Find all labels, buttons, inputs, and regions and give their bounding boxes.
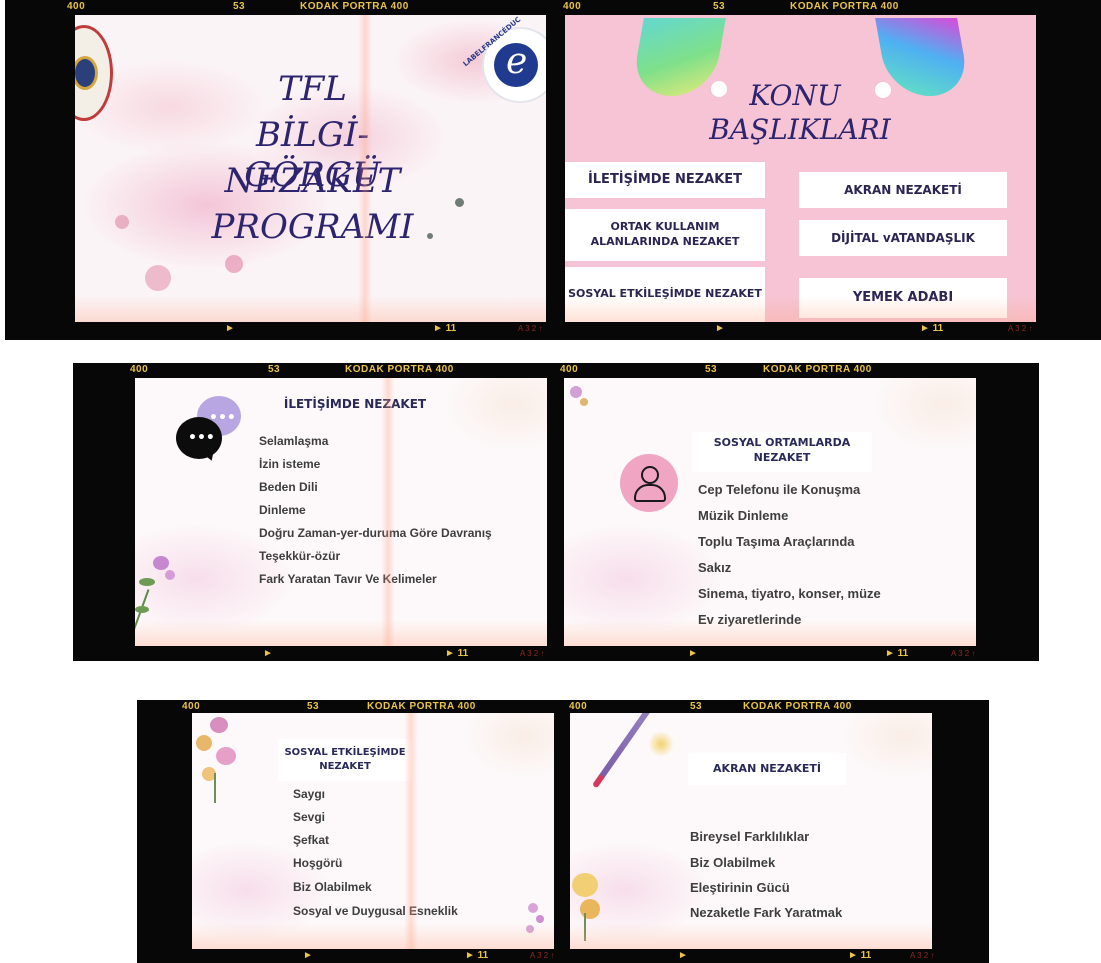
slide-heading: SOSYAL ETKİLEŞİMDE NEZAKET	[284, 747, 406, 772]
list-item: Hoşgörü	[293, 856, 343, 870]
slide-title: LABELFRANCÉDUC e TFL BİLGİ-GÖRGÜ NEZAKET…	[75, 15, 546, 322]
list-item: Biz Olabilmek	[293, 880, 372, 894]
film-code: A 3 2 ↑	[910, 951, 935, 960]
film-arrow: ►	[303, 950, 313, 961]
list-item: Sinema, tiyatro, konser, müze	[698, 586, 881, 601]
film-brand: KODAK PORTRA 400	[763, 364, 872, 375]
slide-akran: AKRAN NEZAKETİ Bireysel Farklılıklar Biz…	[570, 713, 932, 949]
list-item: Selamlaşma	[259, 434, 329, 448]
list-item: Eleştirinin Gücü	[690, 880, 790, 895]
topic-dijital: DİJİTAL vATANDAŞLIK	[799, 220, 1007, 256]
slide-heading: AKRAN NEZAKETİ	[713, 762, 821, 775]
film-brand: KODAK PORTRA 400	[345, 364, 454, 375]
labelfrance-logo-icon: LABELFRANCÉDUC e	[462, 15, 546, 103]
film-iso: 400	[182, 701, 201, 712]
list-item: Bireysel Farklılıklar	[690, 829, 810, 844]
film-brand: KODAK PORTRA 400	[367, 701, 476, 712]
title-line-4: PROGRAMI	[211, 207, 414, 247]
film-iso: 400	[563, 1, 582, 12]
person-icon	[620, 454, 678, 512]
butterfly-wing-right-icon	[875, 18, 971, 96]
list-item: Sosyal ve Duygusal Esneklik	[293, 904, 458, 918]
title-line-3: NEZAKET	[224, 161, 401, 201]
slide-sosyal-etkilesim: SOSYAL ETKİLEŞİMDE NEZAKET Saygı Sevgi Ş…	[192, 713, 554, 949]
film-frame-number: 53	[705, 364, 718, 375]
list-item: Fark Yaratan Tavır Ve Kelimeler	[259, 572, 437, 586]
list-item: Beden Dili	[259, 480, 318, 494]
list-item: Doğru Zaman-yer-duruma Göre Davranış	[259, 526, 492, 540]
topics-title-line-2: BAŞLIKLARI	[709, 113, 891, 146]
logo-letter: e	[506, 41, 528, 82]
topic-ortak-kullanim: ORTAK KULLANIM ALANLARINDA NEZAKET	[565, 209, 765, 261]
flower-corner-icon	[564, 378, 594, 418]
film-frame-number: 53	[268, 364, 281, 375]
film-brand: KODAK PORTRA 400	[300, 1, 409, 12]
film-code: A 3 2 ↑	[520, 649, 545, 658]
list-item: Müzik Dinleme	[698, 508, 789, 523]
film-arrow: ►	[225, 323, 235, 334]
slide-heading: SOSYAL ORTAMLARDA NEZAKET	[713, 436, 851, 464]
film-frame-bottom: ► 11	[848, 950, 872, 961]
list-item: Dinleme	[259, 503, 306, 517]
film-frame-number: 53	[713, 1, 726, 12]
flower-bouquet-icon	[192, 713, 244, 805]
chat-bubble-black-icon: •••	[176, 417, 222, 463]
film-iso: 400	[560, 364, 579, 375]
film-frame-bottom: ► 11	[433, 323, 457, 334]
film-code: A 3 2 ↑	[518, 324, 543, 333]
list-item: Sakız	[698, 560, 732, 575]
topics-title-line-1: KONU	[749, 79, 841, 112]
film-frame-bottom: ► 11	[885, 648, 909, 659]
film-code: A 3 2 ↑	[951, 649, 976, 658]
film-frame-number: 53	[307, 701, 320, 712]
film-iso: 400	[130, 364, 149, 375]
list-item: Nezaketle Fark Yaratmak	[690, 905, 843, 920]
film-frame-bottom: ► 11	[920, 323, 944, 334]
film-arrow: ►	[263, 648, 273, 659]
slide-topics: KONU BAŞLIKLARI İLETİŞİMDE NEZAKET ORTAK…	[565, 15, 1036, 322]
film-code: A 3 2 ↑	[1008, 324, 1033, 333]
topic-iletisim: İLETİŞİMDE NEZAKET	[565, 162, 765, 198]
film-frame-number: 53	[690, 701, 703, 712]
list-item: İzin isteme	[259, 457, 321, 471]
film-code: A 3 2 ↑	[530, 951, 555, 960]
film-frame-bottom: ► 11	[445, 648, 469, 659]
list-item: Toplu Taşıma Araçlarında	[698, 534, 855, 549]
slide-sosyal-ortamlar: SOSYAL ORTAMLARDA NEZAKET Cep Telefonu i…	[564, 378, 976, 646]
sparkle-icon	[648, 731, 674, 757]
topic-akran: AKRAN NEZAKETİ	[799, 172, 1007, 208]
film-arrow: ►	[678, 950, 688, 961]
film-iso: 400	[569, 701, 588, 712]
film-frame-bottom: ► 11	[465, 950, 489, 961]
slide-iletisim: ••• ••• İLETİŞİMDE NEZAKET Selamlaşma İz…	[135, 378, 547, 646]
film-arrow: ►	[715, 323, 725, 334]
list-item: Saygı	[293, 787, 326, 801]
list-item: Teşekkür-özür	[259, 549, 341, 563]
seal-logo-icon	[75, 25, 113, 121]
slide-heading: İLETİŞİMDE NEZAKET	[283, 397, 427, 411]
film-brand: KODAK PORTRA 400	[790, 1, 899, 12]
list-item: Şefkat	[293, 833, 330, 847]
film-frame-number: 53	[233, 1, 246, 12]
film-arrow: ►	[688, 648, 698, 659]
title-line-1: TFL	[278, 69, 347, 109]
film-iso: 400	[67, 1, 86, 12]
film-brand: KODAK PORTRA 400	[743, 701, 852, 712]
list-item: Cep Telefonu ile Konuşma	[698, 482, 861, 497]
list-item: Biz Olabilmek	[690, 855, 776, 870]
list-item: Sevgi	[293, 810, 326, 824]
